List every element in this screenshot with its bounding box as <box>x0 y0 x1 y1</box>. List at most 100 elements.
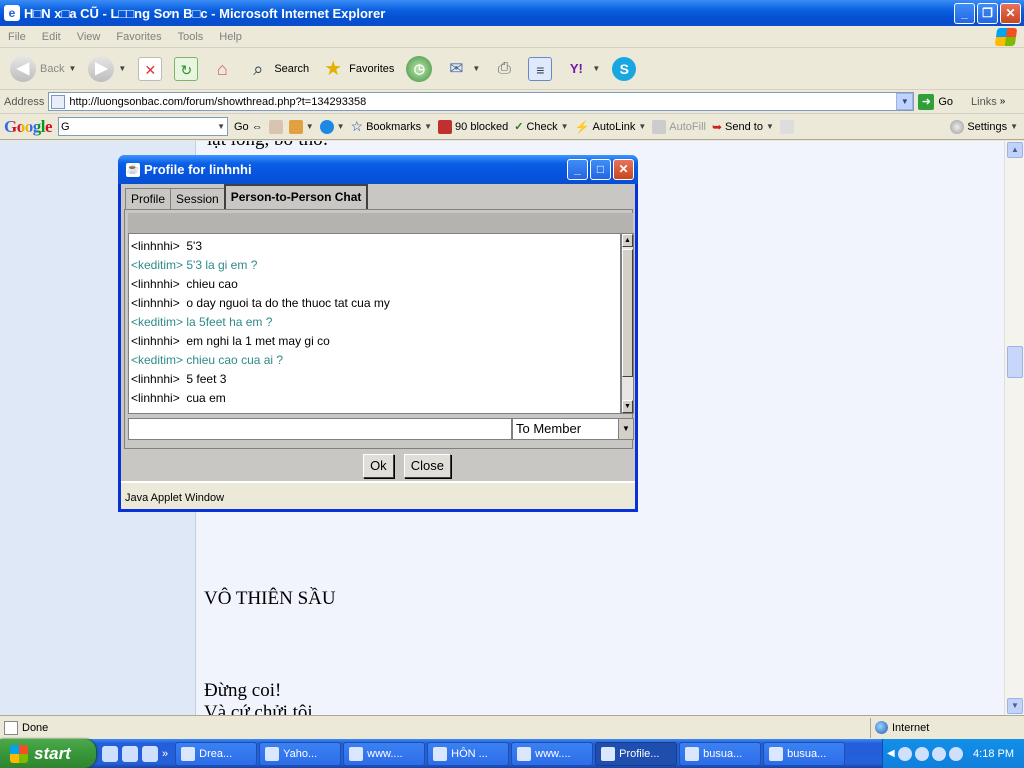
taskbar-task-button[interactable]: www.... <box>343 741 426 766</box>
tab-person-to-person-chat[interactable]: Person-to-Person Chat <box>223 184 369 210</box>
puzzle-button[interactable]: ▼ <box>288 119 314 134</box>
search-button[interactable]: ⌕ Search <box>242 52 313 86</box>
yahoo-dropdown-icon[interactable]: ▼ <box>592 64 600 73</box>
address-input[interactable]: http://luongsonbac.com/forum/showthread.… <box>48 92 915 111</box>
refresh-button[interactable]: ↻ <box>170 52 202 86</box>
chat-scroll-down-icon[interactable]: ▼ <box>622 400 633 413</box>
java-cup-icon: ☕ <box>126 162 140 177</box>
stop-button[interactable]: ✕ <box>134 52 166 86</box>
chat-scroll-up-icon[interactable]: ▲ <box>622 234 633 247</box>
clock[interactable]: 4:18 PM <box>973 748 1024 760</box>
favorites-button[interactable]: ★ Favorites <box>317 52 398 86</box>
bookmarks-label: Bookmarks <box>366 120 422 133</box>
quicklaunch-app-icon[interactable] <box>102 745 118 762</box>
mail-icon: ✉ <box>449 58 464 78</box>
mail-dropdown-icon[interactable]: ▼ <box>472 64 480 73</box>
taskbar-task-button[interactable]: Profile... <box>595 741 678 766</box>
menu-edit[interactable]: Edit <box>34 31 69 43</box>
bookmarks-button[interactable]: ☆ Bookmarks ▼ <box>351 118 433 135</box>
menu-tools[interactable]: Tools <box>170 31 212 43</box>
taskbar-task-button[interactable]: busua... <box>679 741 762 766</box>
chat-scrollbar[interactable]: ▲ ▼ <box>621 233 634 414</box>
tab-session[interactable]: Session <box>170 188 225 210</box>
print-button[interactable]: ⎙ <box>488 52 520 86</box>
google-logo[interactable]: Google <box>4 117 53 137</box>
history-icon: ◷ <box>406 55 433 82</box>
close-applet-button[interactable]: Close <box>403 454 451 478</box>
links-chevron-icon[interactable]: » <box>1000 96 1006 107</box>
taskbar-task-button[interactable]: HÔN ... <box>427 741 510 766</box>
quicklaunch-mail-icon[interactable] <box>142 745 158 762</box>
history-button[interactable]: ◷ <box>402 52 436 86</box>
mail-button[interactable]: ✉ ▼ <box>440 52 484 86</box>
yahoo-button[interactable]: Y! ▼ <box>560 52 604 86</box>
home-button[interactable]: ⌂ <box>206 52 238 86</box>
popup-blocker-button[interactable]: 90 blocked <box>438 119 508 134</box>
autolink-button[interactable]: ⚡ AutoLink ▼ <box>575 120 647 134</box>
search-label: Search <box>274 62 310 75</box>
applet-title-bar[interactable]: ☕ Profile for linhnhi _ □ ✕ <box>118 155 638 184</box>
applet-maximize-button[interactable]: □ <box>590 159 611 180</box>
tray-messenger-icon[interactable] <box>931 746 946 761</box>
google-search-input[interactable]: G ▼ <box>58 117 228 136</box>
close-button[interactable]: ✕ <box>1000 3 1021 24</box>
chat-scroll-thumb[interactable] <box>622 249 633 377</box>
forward-button[interactable]: ▶ ▼ <box>84 52 130 86</box>
taskbar-task-button[interactable]: Yaho... <box>259 741 342 766</box>
applet-minimize-button[interactable]: _ <box>567 159 588 180</box>
chat-button[interactable]: ▼ <box>319 119 345 134</box>
google-go-button[interactable]: Go ⇔ <box>234 121 263 133</box>
chat-message-user: <linhnhi> <box>131 239 180 253</box>
taskbar-task-button[interactable]: www.... <box>511 741 594 766</box>
page-scrollbar[interactable]: ▲ ▼ <box>1004 141 1024 715</box>
news-button[interactable] <box>268 119 283 134</box>
edit-button[interactable]: ≡ <box>524 52 556 86</box>
tray-java-icon[interactable] <box>914 746 929 761</box>
tray-app-icon[interactable] <box>897 746 912 761</box>
menu-help[interactable]: Help <box>211 31 250 43</box>
taskbar-task-button[interactable]: Drea... <box>175 741 258 766</box>
quicklaunch-more-icon[interactable]: » <box>162 748 168 760</box>
ie-app-icon: e <box>4 5 20 21</box>
links-button[interactable]: Links <box>971 96 997 108</box>
address-dropdown-icon[interactable]: ▼ <box>896 93 914 110</box>
scroll-down-icon[interactable]: ▼ <box>1007 698 1023 714</box>
highlighter-button[interactable] <box>779 119 794 134</box>
skype-button[interactable]: S <box>608 52 640 86</box>
scroll-up-icon[interactable]: ▲ <box>1007 142 1023 158</box>
menu-file[interactable]: File <box>0 31 34 43</box>
sendto-button[interactable]: ➥ Send to ▼ <box>712 120 774 134</box>
puzzle-dropdown-icon[interactable]: ▼ <box>306 122 314 131</box>
ok-button[interactable]: Ok <box>363 454 394 478</box>
scroll-thumb[interactable] <box>1007 346 1023 378</box>
taskbar-task-button[interactable]: busua... <box>763 741 846 766</box>
chat-message-input[interactable] <box>128 418 512 440</box>
back-dropdown-icon[interactable]: ▼ <box>68 64 76 73</box>
tab-profile[interactable]: Profile <box>125 188 172 210</box>
quicklaunch-ie-icon[interactable] <box>122 745 138 762</box>
forward-dropdown-icon[interactable]: ▼ <box>118 64 126 73</box>
task-app-icon <box>349 746 364 761</box>
recipient-dropdown-icon[interactable]: ▼ <box>618 419 633 439</box>
task-label: busua... <box>787 747 827 760</box>
recipient-select[interactable]: To Member ▼ <box>512 418 634 440</box>
tray-emoticon-icon[interactable] <box>948 746 963 761</box>
minimize-button[interactable]: _ <box>954 3 975 24</box>
browser-title-bar[interactable]: e H□N x□a CŨ - L□□ng Sơn B□c - Microsoft… <box>0 0 1024 26</box>
chat-transcript[interactable]: <linhnhi> 5'3 <keditim> 5'3 la gi em ? <li… <box>128 233 621 414</box>
internet-globe-icon <box>875 721 888 734</box>
autofill-button[interactable]: AutoFill <box>652 119 706 134</box>
start-button[interactable]: start <box>0 739 96 768</box>
tray-expand-icon[interactable]: ◀ <box>887 748 895 759</box>
applet-close-button[interactable]: ✕ <box>613 159 634 180</box>
chat-dropdown-icon[interactable]: ▼ <box>337 122 345 131</box>
restore-button[interactable]: ❐ <box>977 3 998 24</box>
security-zone[interactable]: Internet <box>870 717 929 738</box>
menu-view[interactable]: View <box>69 31 109 43</box>
back-button[interactable]: ◀ Back ▼ <box>6 52 80 86</box>
go-button[interactable]: ➜ Go <box>918 93 953 110</box>
menu-favorites[interactable]: Favorites <box>108 31 169 43</box>
spellcheck-button[interactable]: ✓ Check ▼ <box>514 120 568 134</box>
google-search-dropdown-icon[interactable]: ▼ <box>217 122 225 131</box>
google-settings-button[interactable]: Settings ▼ <box>950 119 1024 134</box>
